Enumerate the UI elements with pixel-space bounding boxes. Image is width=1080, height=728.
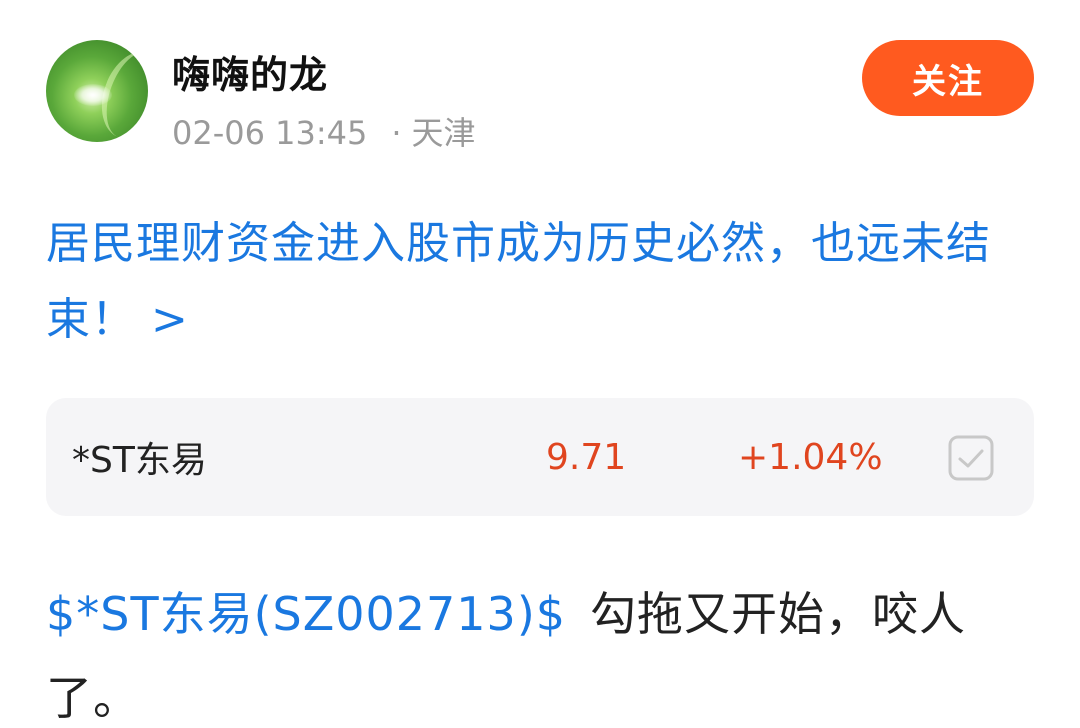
stock-name: *ST东易 <box>72 440 207 481</box>
post-meta: 02-06 13:45 · 天津 <box>172 108 476 154</box>
post-content: $*ST东易(SZ002713)$ 勾拖又开始，咬人了。 <box>46 572 1041 728</box>
post-card: 嗨嗨的龙 02-06 13:45 · 天津 关注 居民理财资金进入股市成为历史必然，… <box>0 0 1080 728</box>
stock-change: +1.04% <box>738 436 883 478</box>
author-name[interactable]: 嗨嗨的龙 <box>172 44 328 99</box>
stock-price: 9.71 <box>546 436 627 478</box>
user-avatar[interactable] <box>46 40 148 142</box>
topic-link[interactable]: 居民理财资金进入股市成为历史必然，也远未结束！ > <box>46 206 1041 358</box>
stock-quote-card[interactable]: *ST东易 9.71 +1.04% <box>46 398 1034 516</box>
stock-mention-link[interactable]: $*ST东易(SZ002713)$ <box>46 587 566 641</box>
follow-button[interactable]: 关注 <box>862 40 1034 116</box>
post-time: 02-06 13:45 <box>172 114 368 152</box>
meta-separator: · <box>391 114 402 152</box>
avatar-water-drop <box>74 84 112 106</box>
checkbox-icon[interactable] <box>948 435 994 481</box>
post-location: 天津 <box>411 114 476 152</box>
